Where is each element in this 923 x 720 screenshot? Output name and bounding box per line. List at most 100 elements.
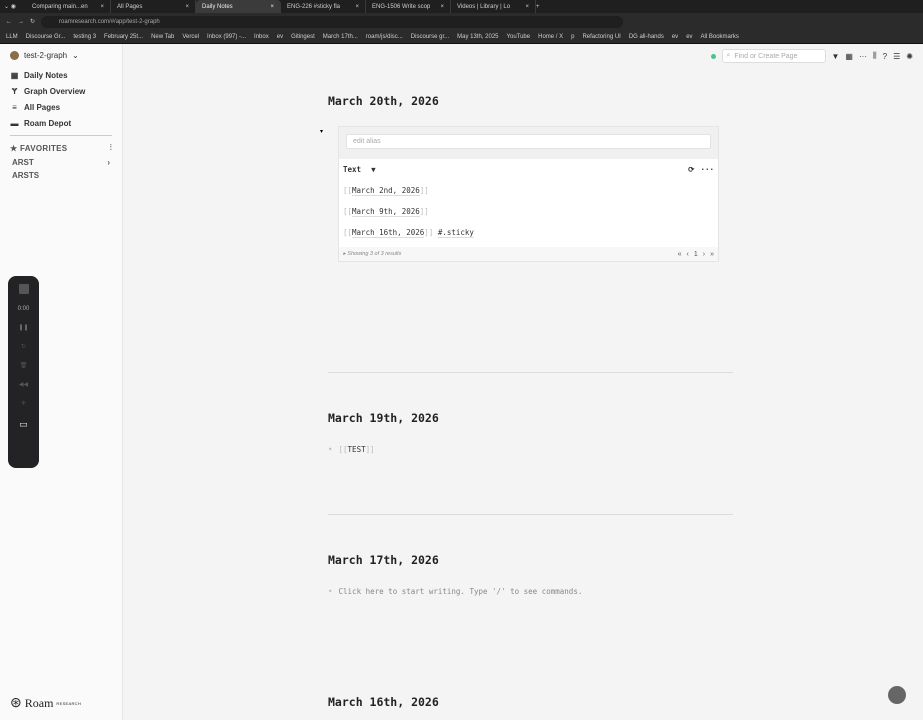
help-icon[interactable]: ? — [883, 52, 887, 61]
bookmark[interactable]: Inbox — [254, 34, 269, 40]
search-icon: ⌕ — [726, 52, 731, 59]
page-title[interactable]: March 17th, 2026 — [328, 553, 733, 567]
page-title[interactable]: March 20th, 2026 — [328, 94, 733, 108]
bullet-icon[interactable]: • — [328, 587, 333, 596]
sort-icon[interactable]: ⫶ — [110, 143, 112, 153]
bookmark[interactable]: February 25t... — [104, 34, 143, 40]
tag-ref[interactable]: #.sticky — [437, 228, 474, 238]
page-title[interactable]: March 19th, 2026 — [328, 411, 733, 425]
bookmark[interactable]: Vercel — [182, 34, 199, 40]
page-separator — [328, 514, 733, 515]
browser-tab[interactable]: Videos | Library | Lo × — [451, 0, 536, 13]
bookmark[interactable]: testing 3 — [73, 34, 96, 40]
close-tab-icon[interactable]: × — [100, 4, 104, 10]
filter-icon[interactable]: ▼ — [832, 52, 840, 61]
close-tab-icon[interactable]: × — [440, 4, 444, 10]
graph-icon: Ɏ — [11, 86, 18, 96]
reload-icon[interactable]: ↻ — [30, 18, 35, 25]
grid-icon[interactable]: ⁜ — [21, 400, 26, 407]
bookmark[interactable]: Gitingest — [291, 34, 315, 40]
bookmark[interactable]: New Tab — [151, 34, 174, 40]
sidebar-item-graph-overview[interactable]: Ɏ Graph Overview — [0, 83, 122, 99]
sidebar-item-all-pages[interactable]: ≡ All Pages — [0, 99, 122, 115]
page-title[interactable]: March 16th, 2026 — [328, 695, 733, 709]
bookmark[interactable]: ev — [672, 34, 678, 40]
empty-block[interactable]: • Click here to start writing. Type '/' t… — [328, 587, 733, 596]
close-tab-icon[interactable]: × — [525, 4, 529, 10]
bookmark[interactable]: LLM — [6, 34, 18, 40]
close-tab-icon[interactable]: × — [185, 4, 189, 10]
trash-icon[interactable]: 🗑 — [20, 362, 28, 369]
page-ref[interactable]: March 9th, 2026 — [352, 207, 420, 217]
alias-input[interactable]: edit alias — [346, 134, 711, 149]
bookmark[interactable]: Refactoring UI — [582, 34, 620, 40]
bookmark[interactable]: May 13th, 2025 — [457, 34, 498, 40]
browser-tab-active[interactable]: Daily Notes × — [196, 0, 281, 13]
collapse-caret-icon[interactable]: ▾ — [320, 128, 323, 135]
bookmark[interactable]: March 17th... — [323, 34, 358, 40]
graph-switcher[interactable]: test-2-graph ⌄ — [0, 44, 122, 67]
bookmark[interactable]: ev — [277, 34, 283, 40]
close-tab-icon[interactable]: × — [355, 4, 359, 10]
bookmark[interactable]: All Bookmarks — [701, 34, 739, 40]
bookmark[interactable]: Home / X — [538, 34, 563, 40]
address-bar-row: ← → ↻ roamresearch.com/#/app/test-2-graph — [0, 13, 923, 30]
calendar-icon[interactable]: ▦ — [845, 52, 853, 61]
bookmark[interactable]: Inbox (997) -... — [207, 34, 246, 40]
bookmark[interactable]: p — [571, 34, 574, 40]
bookmark[interactable]: ev — [686, 34, 692, 40]
filter-icon[interactable]: ▼ — [371, 165, 376, 174]
block[interactable]: • [[TEST]] — [328, 445, 733, 454]
help-fab-button[interactable] — [888, 686, 906, 704]
browser-tab[interactable]: Comparing main...en × — [26, 0, 111, 13]
right-sidebar-icon[interactable]: ☰ — [893, 52, 900, 61]
stop-icon[interactable] — [18, 284, 29, 294]
camera-icon[interactable]: ▭ — [19, 419, 28, 430]
shortcut-item[interactable]: ARSTS — [0, 169, 122, 182]
result-row: [[March 9th, 2026]] — [343, 206, 429, 217]
chevron-right-icon[interactable]: › — [107, 158, 110, 167]
url-input[interactable]: roamresearch.com/#/app/test-2-graph — [41, 15, 623, 28]
first-page-icon[interactable]: « — [678, 251, 682, 258]
prev-page-icon[interactable]: ‹ — [687, 251, 689, 258]
sidebar-item-roam-depot[interactable]: ▬ Roam Depot — [0, 115, 122, 131]
bookmark[interactable]: roam/js/disc... — [366, 34, 403, 40]
new-tab-button[interactable]: + — [536, 4, 540, 10]
bookmark[interactable]: YouTube — [507, 34, 531, 40]
sidebar-item-daily-notes[interactable]: ▦ Daily Notes — [0, 67, 122, 83]
bookmark[interactable]: DG all-hands — [629, 34, 664, 40]
more-icon[interactable]: ··· — [859, 52, 867, 61]
page-ref[interactable]: March 2nd, 2026 — [352, 186, 420, 196]
next-page-icon[interactable]: › — [703, 251, 705, 258]
theme-icon[interactable]: ✺ — [906, 52, 913, 61]
last-page-icon[interactable]: » — [710, 251, 714, 258]
tab-search-icon[interactable]: ⌄ ◉ — [4, 3, 26, 10]
tab-label: All Pages — [117, 3, 143, 10]
browser-tab[interactable]: All Pages × — [111, 0, 196, 13]
page-number: 1 — [693, 250, 698, 258]
bullet-icon[interactable]: • — [328, 445, 333, 454]
logo-subtext: RESEARCH — [56, 701, 82, 706]
sidebar-toggle-icon[interactable]: ⫼ — [873, 51, 877, 61]
refresh-icon[interactable]: ⟳ — [688, 165, 694, 174]
block-placeholder: Click here to start writing. Type '/' to… — [338, 587, 583, 596]
page-ref[interactable]: TEST — [348, 445, 366, 454]
shortcut-item[interactable]: ARST › — [0, 156, 122, 169]
browser-tab[interactable]: ENG-1506 Write scop × — [366, 0, 451, 13]
restart-icon[interactable]: ↻ — [21, 343, 26, 350]
forward-icon[interactable]: → — [18, 19, 24, 25]
search-input[interactable]: ⌕ Find or Create Page — [721, 49, 826, 63]
bookmark[interactable]: Discourse Gr... — [26, 34, 66, 40]
column-header[interactable]: Text — [343, 165, 361, 174]
pause-icon[interactable]: ❚❚ — [18, 324, 28, 331]
more-icon[interactable]: ··· — [700, 165, 714, 174]
sidebar-item-label: All Pages — [24, 102, 61, 112]
back-icon[interactable]: ← — [6, 19, 12, 25]
tab-strip: ⌄ ◉ Comparing main...en × All Pages × Dail… — [0, 0, 923, 13]
page-ref[interactable]: March 16th, 2026 — [352, 228, 425, 238]
rewind-icon[interactable]: ◀◀ — [19, 381, 28, 388]
close-tab-icon[interactable]: × — [270, 4, 274, 10]
sidebar-item-label: Daily Notes — [24, 70, 68, 80]
bookmark[interactable]: Discourse gr... — [411, 34, 449, 40]
browser-tab[interactable]: ENG-226 #sticky fla × — [281, 0, 366, 13]
